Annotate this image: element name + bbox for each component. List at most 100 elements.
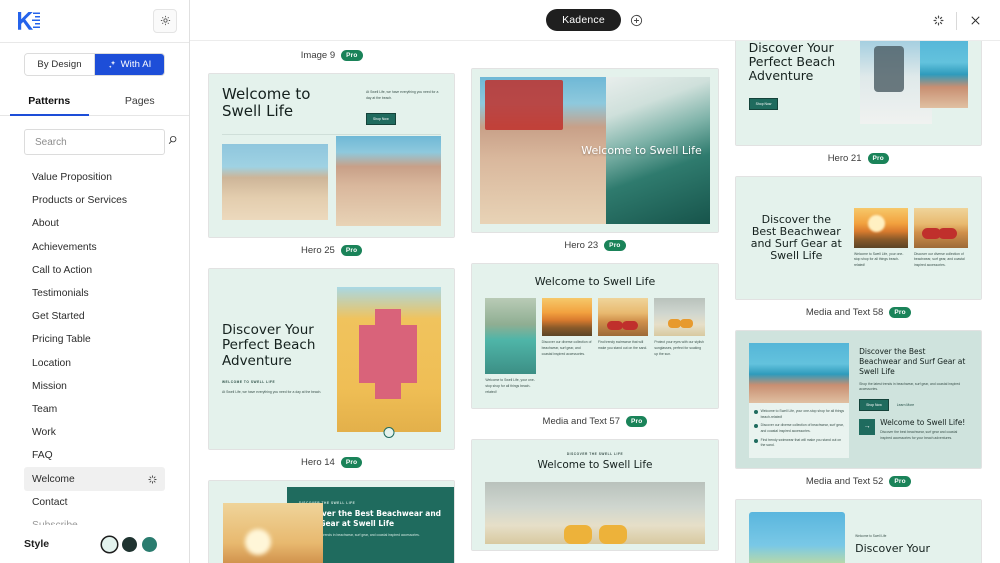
tab-pages[interactable]: Pages	[95, 88, 186, 115]
sidebar-item-value-proposition[interactable]: Value Proposition	[24, 166, 165, 189]
preview-heading: Discover Your Perfect Beach Adventure	[222, 322, 316, 369]
preview-partial-bottom: Welcome to Swell Life Discover Your	[735, 500, 981, 563]
preview-image-sunglasses	[913, 207, 968, 248]
by-design-button[interactable]: By Design	[25, 54, 94, 75]
pattern-card-footer: Hero 21 Pro	[735, 146, 982, 176]
pro-badge: Pro	[889, 476, 911, 488]
pro-badge: Pro	[867, 153, 889, 165]
pattern-card-media-text-57[interactable]: Welcome to Swell Life Welcome to Swell L…	[471, 263, 719, 439]
preview-bullet: Find trendy swimwear that will make you …	[753, 438, 844, 449]
preview-image-orange-sunglasses-wide	[485, 482, 705, 544]
pattern-grid[interactable]: Image 9 Pro Welcome to Swell Life At Swe…	[190, 41, 1000, 563]
pro-badge: Pro	[889, 307, 911, 319]
sidebar-item-about[interactable]: About	[24, 212, 165, 235]
sidebar-item-testimonials[interactable]: Testimonials	[24, 282, 165, 305]
preview-caption: Find trendy swimwear that will make you …	[597, 340, 648, 351]
pattern-card-image-9[interactable]: Image 9 Pro	[208, 43, 455, 73]
pattern-card-media-text-58[interactable]: Discover the Best Beachwear and Surf Gea…	[734, 176, 982, 330]
preview-media-text-partial: DISCOVER THE SWELL LIFE Discover the Bes…	[209, 481, 455, 563]
pattern-card-partial-bottom-3[interactable]: Welcome to Swell Life Discover Your	[734, 499, 982, 563]
preview-eyebrow: DISCOVER THE SWELL LIFE	[566, 452, 624, 457]
sidebar-item-mission[interactable]: Mission	[24, 375, 165, 398]
sidebar-item-label: Get Started	[32, 311, 85, 323]
topbar: Kadence	[190, 0, 1000, 41]
pattern-card-hero-23[interactable]: Welcome to Swell Life Hero 23 Pro	[471, 68, 719, 263]
pattern-name: Hero 21	[827, 153, 862, 165]
with-ai-button[interactable]: With AI	[95, 54, 164, 75]
tab-patterns[interactable]: Patterns	[4, 88, 95, 116]
sidebar-item-work[interactable]: Work	[24, 421, 165, 444]
sidebar: By Design With AI Patterns Pages Search …	[0, 0, 190, 563]
preview-button: Shop Now	[366, 113, 396, 126]
preview-image-woman-hat	[748, 343, 850, 404]
pattern-name: Media and Text 58	[805, 307, 884, 319]
preview-bullet: Discover our diverse collection of beach…	[753, 423, 844, 434]
preview-button: Shop Now	[748, 98, 779, 110]
pattern-preview: DISCOVER THE SWELL LIFE Welcome to Swell…	[471, 439, 719, 552]
pattern-name: Hero 14	[301, 457, 335, 469]
preview-image-two-women	[748, 512, 846, 563]
loading-spinner-icon	[148, 474, 157, 484]
topbar-actions	[923, 0, 990, 41]
sidebar-item-label: FAQ	[32, 450, 53, 462]
pattern-name: Image 9	[300, 50, 336, 62]
preview-card-body: Discover the best beachwear, surf gear a…	[880, 430, 958, 440]
preview-hero-25: Welcome to Swell Life At Swell Life, we …	[209, 74, 455, 238]
sidebar-item-label: About	[32, 218, 59, 230]
pattern-card-partial-bottom-2[interactable]: DISCOVER THE SWELL LIFE Welcome to Swell…	[471, 439, 719, 552]
sidebar-item-call-to-action[interactable]: Call to Action	[24, 259, 165, 282]
pattern-preview: DISCOVER THE SWELL LIFE Discover the Bes…	[208, 480, 456, 563]
brand-pill[interactable]: Kadence	[546, 9, 621, 31]
preview-eyebrow: WELCOME TO SWELL LIFE	[222, 379, 276, 384]
sidebar-item-subscribe[interactable]: Subscribe	[24, 514, 165, 525]
pattern-card-hero-14[interactable]: Discover Your Perfect Beach Adventure WE…	[208, 268, 456, 480]
pattern-card-hero-25[interactable]: Welcome to Swell Life At Swell Life, we …	[208, 73, 456, 268]
loading-spinner-icon[interactable]	[923, 0, 953, 41]
pattern-preview: Welcome to Swell Life	[471, 68, 719, 233]
pattern-column-1: Image 9 Pro Welcome to Swell Life At Swe…	[200, 43, 463, 563]
pattern-column-3: WELCOME TO SWELL LIFE Discover Your Perf…	[727, 41, 990, 563]
swatch-teal[interactable]	[142, 536, 157, 552]
sidebar-item-contact[interactable]: Contact	[24, 491, 165, 514]
pattern-card-hero-21[interactable]: WELCOME TO SWELL LIFE Discover Your Perf…	[734, 41, 982, 176]
sidebar-item-label: Welcome	[32, 473, 75, 485]
sparkle-icon	[108, 60, 117, 69]
sidebar-item-location[interactable]: Location	[24, 352, 165, 375]
sidebar-item-achievements[interactable]: Achievements	[24, 236, 165, 259]
pattern-card-footer: Media and Text 52 Pro	[735, 469, 982, 499]
search-input[interactable]	[35, 136, 167, 148]
preview-image-surfer-sunset	[853, 207, 908, 248]
pattern-name: Media and Text 57	[542, 416, 620, 428]
sidebar-item-pricing-table[interactable]: Pricing Table	[24, 328, 165, 351]
search-icon[interactable]	[167, 133, 178, 151]
gear-icon	[160, 14, 171, 29]
pattern-card-footer: Media and Text 58 Pro	[735, 300, 982, 330]
preview-media-text-52: Welcome to Swell Life, your one-stop sho…	[735, 331, 981, 469]
pattern-card-media-text-52[interactable]: Welcome to Swell Life, your one-stop sho…	[734, 330, 982, 499]
pro-badge: Pro	[604, 240, 626, 252]
settings-button[interactable]	[153, 9, 177, 33]
preview-partial-bottom: DISCOVER THE SWELL LIFE Welcome to Swell…	[472, 440, 718, 551]
swatch-dark-charcoal[interactable]	[122, 536, 137, 552]
preview-hero-21: WELCOME TO SWELL LIFE Discover Your Perf…	[735, 41, 981, 145]
close-icon[interactable]	[960, 0, 990, 41]
preview-caption: Welcome to Swell Life, your one-stop sho…	[485, 378, 535, 394]
search-box[interactable]	[24, 129, 177, 155]
sidebar-item-welcome[interactable]: Welcome	[24, 467, 165, 491]
swatch-light-mint[interactable]	[102, 536, 117, 552]
sidebar-item-faq[interactable]: FAQ	[24, 444, 165, 467]
pro-badge: Pro	[341, 50, 363, 62]
pattern-card-footer	[471, 41, 718, 68]
preview-caption: Welcome to Swell Life, your one-stop sho…	[853, 251, 904, 267]
sidebar-item-team[interactable]: Team	[24, 398, 165, 421]
pattern-card-partial-top-2[interactable]	[471, 41, 718, 68]
plus-circle-icon[interactable]	[630, 13, 644, 27]
pattern-category-menu: Value Proposition Products or Services A…	[0, 166, 189, 525]
preview-caption: Protect your eyes with our stylish sungl…	[654, 340, 704, 356]
sidebar-item-label: Location	[32, 357, 71, 369]
preview-body: Shop the latest trends in beachwear, sur…	[859, 381, 961, 392]
sidebar-item-products-or-services[interactable]: Products or Services	[24, 189, 165, 212]
pattern-card-media-text-partial[interactable]: DISCOVER THE SWELL LIFE Discover the Bes…	[208, 480, 456, 563]
sidebar-item-label: Products or Services	[32, 195, 127, 207]
sidebar-item-get-started[interactable]: Get Started	[24, 305, 165, 328]
